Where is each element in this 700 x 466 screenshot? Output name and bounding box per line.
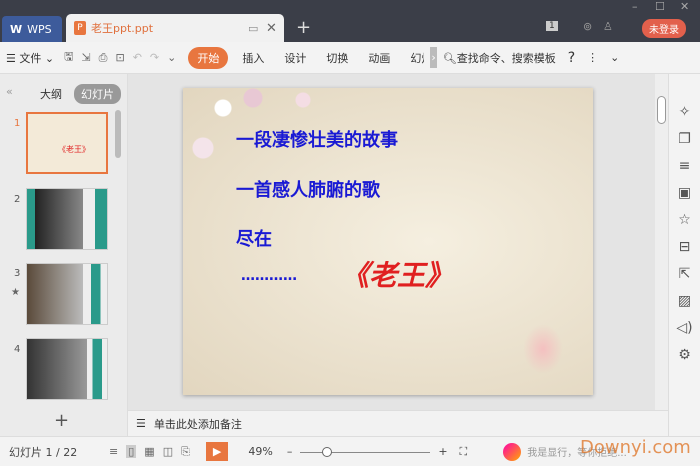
close-tab-icon[interactable]: ✕ <box>266 21 277 36</box>
save-icon[interactable]: 🖫 <box>64 48 73 67</box>
tab-slideshow[interactable]: 幻灯 <box>410 50 424 66</box>
notes-placeholder: 单击此处添加备注 <box>153 417 242 431</box>
animation-star-icon: ★ <box>11 287 20 298</box>
window-count-badge[interactable]: 1 <box>546 21 558 31</box>
document-tab[interactable]: P 老王ppt.ppt ▭ ✕ <box>66 14 284 42</box>
copy-icon[interactable]: ❐ <box>678 131 691 147</box>
slide-number: 4 <box>14 344 21 355</box>
tab-transition[interactable]: 切换 <box>326 50 348 66</box>
slide[interactable]: 一段凄惨壮美的故事 一首感人肺腑的歌 尽在 ………… 《老王》 <box>183 88 593 395</box>
tab-outline[interactable]: 大纲 <box>40 86 62 102</box>
ppt-file-icon: P <box>74 21 86 35</box>
slide-line-3: 尽在 <box>236 229 272 250</box>
slide-dots: ………… <box>241 268 297 284</box>
right-sidebar: ✧ ❐ ≡ ▣ ☆ ⊟ ⇱ ▨ ◁) ⚙ <box>668 74 700 436</box>
sorter-view-icon[interactable]: ▦ <box>144 445 154 458</box>
minimize-button[interactable]: – <box>632 0 638 13</box>
sound-icon[interactable]: ◁) <box>676 320 692 336</box>
archive-icon[interactable]: ⊟ <box>679 239 691 255</box>
close-window-button[interactable]: ✕ <box>680 0 689 13</box>
zoom-level[interactable]: 49% <box>248 445 272 458</box>
more-quick-icon[interactable]: ⌄ <box>167 51 176 64</box>
more-icon[interactable]: ⋮ <box>587 51 598 64</box>
slide-line-1: 一段凄惨壮美的故事 <box>236 130 398 151</box>
zoom-in-button[interactable]: + <box>438 445 447 458</box>
print-icon[interactable]: ⎙ <box>99 51 108 65</box>
slide-thumbnail-3[interactable] <box>26 263 108 325</box>
tabs-scroll-right[interactable]: › <box>430 47 437 68</box>
slide-title: 《老王》 <box>341 259 454 292</box>
shirt-icon[interactable]: ♙ <box>603 20 613 33</box>
slide-number: 3 <box>14 268 21 279</box>
toolbar: ☰ 文件 ⌄ 🖫 ⇲ ⎙ ⊡ ↶ ↷ ⌄ 开始 插入 设计 切换 动画 幻灯 ›… <box>0 42 700 74</box>
wps-home-tab[interactable]: W WPS <box>2 16 62 42</box>
normal-view-icon[interactable]: ▯ <box>126 445 137 458</box>
image-icon[interactable]: ▣ <box>678 185 691 201</box>
adjust-icon[interactable]: ≡ <box>679 158 691 174</box>
wps-tab-label: WPS <box>27 22 52 36</box>
title-bar: W WPS P 老王ppt.ppt ▭ ✕ + 1 ⊚ ♙ – ☐ ✕ 未登录 <box>0 0 700 42</box>
preview-icon[interactable]: ⊡ <box>115 51 124 64</box>
wps-logo-icon: W <box>10 22 23 36</box>
login-button[interactable]: 未登录 <box>642 19 686 38</box>
reading-view-icon[interactable]: ◫ <box>163 445 173 458</box>
notes-icon: ☰ <box>136 417 146 430</box>
settings-icon[interactable]: ⚙ <box>678 347 691 363</box>
slide-number: 1 <box>14 118 21 129</box>
undo-icon[interactable]: ↶ <box>133 51 142 64</box>
tab-start[interactable]: 开始 <box>188 46 229 69</box>
notes-toggle-icon[interactable]: ≡ <box>109 445 118 458</box>
maximize-button[interactable]: ☐ <box>655 0 665 13</box>
slide-number: 2 <box>14 194 21 205</box>
search-label: 查找命令、搜索模板 <box>456 51 556 65</box>
export-icon[interactable]: ⇲ <box>81 51 90 64</box>
canvas-scrollbar[interactable] <box>655 74 668 410</box>
slide-line-2: 一首感人肺腑的歌 <box>236 180 380 201</box>
tab-slides[interactable]: 幻灯片 <box>74 84 121 104</box>
search-command[interactable]: 🔍︎查找命令、搜索模板 <box>443 50 556 66</box>
slide-thumbnail-4[interactable] <box>26 338 108 400</box>
fit-window-icon[interactable]: ⛶ <box>460 445 468 459</box>
collapse-panel-icon[interactable]: « <box>6 85 13 98</box>
tab-animation[interactable]: 动画 <box>368 50 390 66</box>
butterfly-decoration <box>523 324 563 374</box>
star-icon[interactable]: ☆ <box>678 212 691 228</box>
picture-icon[interactable]: ▨ <box>678 293 691 309</box>
panel-scrollbar[interactable] <box>115 110 121 158</box>
slide-panel: « 大纲 幻灯片 1 《老王》 2 3 ★ 4 + <box>0 74 128 436</box>
file-label: 文件 <box>19 51 42 65</box>
add-slide-button[interactable]: + <box>54 410 69 431</box>
play-slideshow-button[interactable]: ▶ <box>205 442 229 461</box>
zoom-out-button[interactable]: – <box>287 445 293 458</box>
zoom-slider[interactable] <box>300 446 431 458</box>
document-tab-label: 老王ppt.ppt <box>91 22 154 35</box>
skin-icon[interactable]: ⊚ <box>583 20 592 33</box>
tab-design[interactable]: 设计 <box>284 50 306 66</box>
status-bar: 幻灯片 1 / 22 ≡ ▯ ▦ ◫ ⎘ ▶ 49% – + ⛶ 我是显行，等你… <box>0 436 700 466</box>
redo-icon[interactable]: ↷ <box>150 51 159 64</box>
slide-thumbnail-1[interactable]: 《老王》 <box>26 112 108 174</box>
watermark: Downyi.com <box>580 437 691 458</box>
new-tab-button[interactable]: + <box>296 17 311 38</box>
tab-insert[interactable]: 插入 <box>242 50 264 66</box>
assistant-avatar[interactable] <box>503 442 522 461</box>
slide-counter: 幻灯片 1 / 22 <box>9 445 78 459</box>
slide-thumbnail-2[interactable] <box>26 188 108 250</box>
notes-area[interactable]: ☰ 单击此处添加备注 <box>128 410 668 436</box>
pin-icon[interactable]: ▭ <box>248 22 258 35</box>
collapse-ribbon-icon[interactable]: ⌄ <box>610 51 619 64</box>
presenter-icon[interactable]: ⎘ <box>181 445 190 459</box>
help-button[interactable]: ? <box>568 50 575 66</box>
magic-icon[interactable]: ✧ <box>679 104 691 120</box>
share-icon[interactable]: ⇱ <box>679 266 691 282</box>
file-menu[interactable]: ☰ 文件 ⌄ <box>6 50 54 66</box>
